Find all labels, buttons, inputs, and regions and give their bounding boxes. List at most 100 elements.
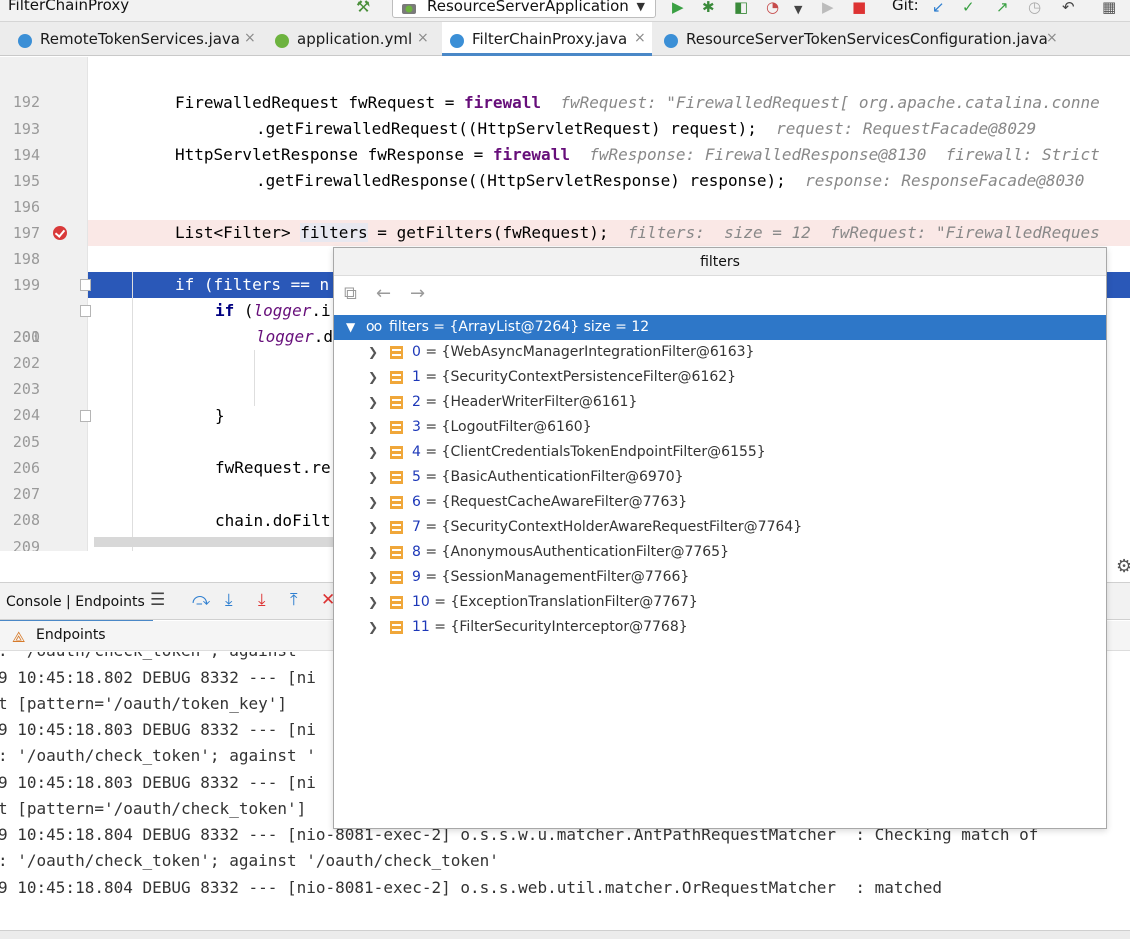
tree-item-row[interactable]: ❯ 4 = {ClientCredentialsTokenEndpointFilt…	[334, 440, 1106, 465]
tree-item-label: 4 = {ClientCredentialsTokenEndpointFilte…	[412, 440, 766, 465]
chevron-right-icon[interactable]: ❯	[368, 615, 378, 640]
chevron-right-icon[interactable]: ❯	[368, 490, 378, 515]
run-with-coverage-icon[interactable]: ◧	[734, 0, 748, 16]
step-over-icon[interactable]: ⤼	[192, 590, 210, 610]
chevron-right-icon[interactable]: ❯	[368, 515, 378, 540]
tree-item-label: 0 = {WebAsyncManagerIntegrationFilter@61…	[412, 340, 754, 365]
watch-glasses-icon: oo	[366, 319, 382, 335]
static-field: logger	[253, 301, 312, 320]
tree-item-row[interactable]: ❯ 7 = {SecurityContextHolderAwareRequestF…	[334, 515, 1106, 540]
element-index: 0	[412, 344, 421, 360]
run-configuration-select[interactable]: ResourceServerApplication ▼	[392, 0, 656, 18]
code-text: FirewalledRequest fwRequest = firewall f…	[175, 90, 1100, 116]
chevron-right-icon[interactable]: ❯	[368, 590, 378, 615]
inline-debug-hint: response: ResponseFacade@8030	[805, 171, 1085, 190]
element-index: 10	[412, 594, 430, 610]
code-segment: FirewalledRequest fwRequest =	[175, 93, 464, 112]
tab-resource-server-token-services-configuration[interactable]: ResourceServerTokenServicesConfiguration…	[664, 22, 1066, 56]
code-segment: .i	[311, 301, 331, 320]
close-icon[interactable]: ×	[417, 30, 429, 46]
tab-filter-chain-proxy[interactable]: FilterChainProxy.java ×	[442, 22, 652, 56]
tree-item-row[interactable]: ❯ 6 = {RequestCacheAwareFilter@7763}	[334, 490, 1106, 515]
highlighted-variable[interactable]: filters	[300, 223, 368, 242]
tree-item-row[interactable]: ❯ 3 = {LogoutFilter@6160}	[334, 415, 1106, 440]
tree-item-row[interactable]: ❯ 8 = {AnonymousAuthenticationFilter@7765…	[334, 540, 1106, 565]
chevron-right-icon[interactable]: ❯	[368, 340, 378, 365]
close-icon[interactable]: ×	[1046, 30, 1058, 46]
tree-item-row[interactable]: ❯ 0 = {WebAsyncManagerIntegrationFilter@6…	[334, 340, 1106, 365]
tree-item-label: 8 = {AnonymousAuthenticationFilter@7765}	[412, 540, 729, 565]
chevron-right-icon[interactable]: ❯	[368, 415, 378, 440]
tree-item-row[interactable]: ❯ 10 = {ExceptionTranslationFilter@7767}	[334, 590, 1106, 615]
run-icon[interactable]: ▶	[672, 0, 684, 16]
console-line: t [pattern='/oauth/token_key']	[0, 694, 287, 713]
tree-item-row[interactable]: ❯ 1 = {SecurityContextPersistenceFilter@6…	[334, 365, 1106, 390]
array-element-icon	[390, 371, 403, 384]
element-index: 6	[412, 494, 421, 510]
step-into-icon[interactable]: ⤓	[225, 590, 233, 610]
tree-item-row[interactable]: ❯ 11 = {FilterSecurityInterceptor@7768}	[334, 615, 1106, 640]
code-line[interactable]: 194 .getFirewalledRequest((HttpServletRe…	[0, 116, 1130, 164]
project-structure-icon[interactable]: ▦	[1102, 0, 1116, 16]
chevron-right-icon[interactable]: ❯	[368, 440, 378, 465]
close-icon[interactable]: ×	[634, 30, 646, 46]
chevron-down-icon[interactable]: ▼	[346, 315, 355, 340]
chevron-right-icon[interactable]: ❯	[368, 565, 378, 590]
element-value: = {WebAsyncManagerIntegrationFilter@6163…	[425, 344, 755, 360]
code-text: HttpServletResponse fwResponse = firewal…	[175, 142, 1100, 168]
array-element-icon	[390, 521, 403, 534]
horizontal-scrollbar[interactable]	[94, 537, 334, 547]
console-line: 9 10:45:18.803 DEBUG 8332 --- [ni	[0, 773, 316, 792]
tree-root-row[interactable]: ▼ oo filters = {ArrayList@7264} size = 1…	[334, 315, 1106, 340]
code-text: chain.doFilt	[215, 511, 331, 530]
tree-item-row[interactable]: ❯ 9 = {SessionManagementFilter@7766}	[334, 565, 1106, 590]
gear-icon[interactable]: ⚙	[1116, 556, 1130, 577]
force-step-into-icon[interactable]: ⤓	[258, 590, 266, 610]
array-element-icon	[390, 396, 403, 409]
step-out-icon[interactable]: ⤒	[290, 590, 298, 610]
chevron-right-icon[interactable]: ❯	[368, 365, 378, 390]
element-value: = {SessionManagementFilter@7766}	[425, 569, 690, 585]
indent-guide	[132, 272, 133, 551]
git-rollback-icon[interactable]: ↶	[1062, 0, 1075, 16]
tab-endpoints[interactable]: Endpoints	[36, 627, 106, 643]
stop-icon[interactable]: ■	[852, 0, 866, 16]
code-line-breakpoint[interactable]: 198 List<Filter> filters = getFilters(fw…	[0, 220, 1130, 268]
git-commit-icon[interactable]: ✓	[962, 0, 975, 16]
forward-arrow-icon[interactable]: →	[410, 283, 425, 304]
profile-dropdown-chevron-icon[interactable]: ▼	[794, 1, 802, 19]
yaml-file-icon	[275, 34, 289, 48]
chevron-right-icon[interactable]: ❯	[368, 540, 378, 565]
tree-item-row[interactable]: ❯ 2 = {HeaderWriterFilter@6161}	[334, 390, 1106, 415]
back-arrow-icon[interactable]: ←	[376, 283, 391, 304]
code-line[interactable]: 195 HttpServletResponse fwResponse = fir…	[0, 142, 1130, 190]
inline-debug-hint: filters: size = 12 fwRequest: "Firewalle…	[627, 223, 1100, 242]
code-line[interactable]: 196 .getFirewalledResponse((HttpServletR…	[0, 168, 1130, 216]
code-line[interactable]: 193 FirewalledRequest fwRequest = firewa…	[0, 90, 1130, 138]
tab-remote-token-services[interactable]: RemoteTokenServices.java ×	[18, 22, 264, 56]
profile-icon[interactable]: ◔	[766, 0, 779, 16]
git-history-icon[interactable]: ◷	[1028, 0, 1041, 16]
code-line[interactable]: 192	[0, 63, 1130, 111]
breakpoint-icon[interactable]	[53, 226, 67, 240]
fold-marker-icon[interactable]	[80, 305, 91, 317]
debug-icon[interactable]: ✱	[702, 0, 715, 16]
chevron-right-icon[interactable]: ❯	[368, 465, 378, 490]
show-in-variables-icon[interactable]: ⧉	[344, 283, 357, 304]
git-push-icon[interactable]: ↗	[996, 0, 1009, 16]
chevron-right-icon[interactable]: ❯	[368, 390, 378, 415]
variable-inspect-popup[interactable]: filters ⧉ ← → ▼ oo filters = {ArrayList@…	[333, 247, 1107, 829]
git-update-icon[interactable]: ↙	[932, 0, 945, 16]
close-icon[interactable]: ×	[244, 30, 256, 46]
element-value: = {RequestCacheAwareFilter@7763}	[425, 494, 688, 510]
tree-item-row[interactable]: ❯ 5 = {BasicAuthenticationFilter@6970}	[334, 465, 1106, 490]
tab-application-yml[interactable]: application.yml ×	[275, 22, 433, 56]
status-bar	[0, 930, 1130, 939]
fold-marker-icon[interactable]	[80, 410, 91, 422]
build-hammer-icon[interactable]: ⚒	[356, 0, 370, 16]
tab-console-endpoints[interactable]: Console | Endpoints	[0, 594, 153, 622]
menu-icon[interactable]: ☰	[150, 590, 165, 610]
tree-item-label: 11 = {FilterSecurityInterceptor@7768}	[412, 615, 688, 640]
code-line[interactable]: 197	[0, 194, 1130, 242]
fold-marker-icon[interactable]	[80, 279, 91, 291]
